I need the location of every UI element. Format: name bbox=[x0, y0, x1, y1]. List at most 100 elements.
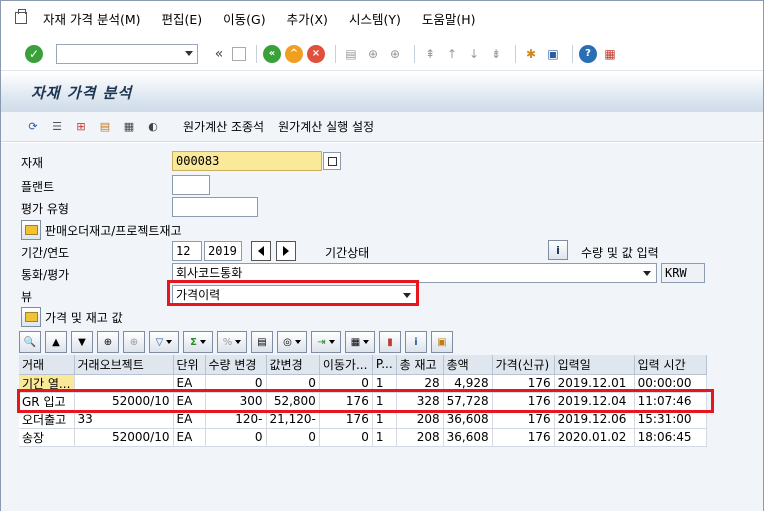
export-icon[interactable]: ⇥ bbox=[311, 331, 341, 353]
period-label: 기간/연도 bbox=[21, 246, 70, 260]
list-icon[interactable]: ☰ bbox=[49, 119, 65, 135]
table-cell[interactable]: EA bbox=[173, 428, 206, 447]
material-field[interactable]: 000083 bbox=[172, 151, 322, 171]
table-cell[interactable]: 0 bbox=[266, 428, 320, 447]
toolbar-divider bbox=[414, 44, 415, 63]
menu-edit[interactable]: 편집(E) bbox=[162, 9, 203, 28]
first-page-icon[interactable]: ⇞ bbox=[421, 45, 439, 63]
find-next-icon[interactable]: ⊕ bbox=[123, 331, 145, 353]
next-page-icon[interactable]: ↓ bbox=[465, 45, 483, 63]
system-menu-icon[interactable] bbox=[15, 9, 27, 24]
shortcut-icon[interactable]: ▣ bbox=[544, 45, 562, 63]
previous-period-button[interactable] bbox=[251, 241, 271, 261]
table-cell[interactable]: 18:06:45 bbox=[634, 428, 707, 447]
menu-material-price-analysis[interactable]: 자재 가격 분석(M) bbox=[43, 9, 141, 28]
column-header[interactable]: 입력 시간 bbox=[634, 355, 707, 375]
find-icon[interactable]: ⊕ bbox=[364, 45, 382, 63]
period-status-label: 기간상태 bbox=[325, 246, 370, 260]
year-field[interactable]: 2019 bbox=[204, 241, 242, 261]
details-icon[interactable]: 🔍 bbox=[19, 331, 41, 353]
column-header[interactable]: 값변경 bbox=[266, 355, 320, 375]
menu-help[interactable]: 도움말(H) bbox=[422, 9, 476, 28]
menu-extras[interactable]: 추가(X) bbox=[287, 9, 328, 28]
column-header[interactable]: 입력일 bbox=[554, 355, 635, 375]
new-session-icon[interactable]: ✱ bbox=[522, 45, 540, 63]
column-header[interactable]: 총액 bbox=[443, 355, 493, 375]
chevron-down-icon[interactable] bbox=[643, 271, 651, 276]
next-period-button[interactable] bbox=[276, 241, 296, 261]
filter-icon[interactable]: ▽ bbox=[149, 331, 179, 353]
period-field[interactable]: 12 bbox=[172, 241, 202, 261]
dropdown-arrow-icon bbox=[235, 340, 242, 344]
print-icon[interactable]: ▤ bbox=[251, 331, 273, 353]
display-icon[interactable]: ◐ bbox=[145, 119, 161, 135]
last-page-icon[interactable]: ⇟ bbox=[487, 45, 505, 63]
table-cell[interactable]: 0 bbox=[205, 428, 267, 447]
table-row[interactable]: 송장 52000/10 EA 0 0 0 1 208 36,608 176 20… bbox=[19, 428, 707, 447]
layout-icon[interactable]: ▦ bbox=[345, 331, 375, 353]
abc-analysis-icon[interactable]: ▣ bbox=[431, 331, 453, 353]
column-header[interactable]: 총 재고 bbox=[396, 355, 444, 375]
sum-icon[interactable]: Σ bbox=[183, 331, 213, 353]
enter-check-icon[interactable]: ✓ bbox=[25, 44, 43, 63]
find-next-icon[interactable]: ⊕ bbox=[386, 45, 404, 63]
sort-descending-icon[interactable]: ▼ bbox=[71, 331, 93, 353]
table-cell[interactable]: 176 bbox=[492, 428, 555, 447]
valuation-type-field[interactable] bbox=[172, 197, 258, 217]
column-header[interactable]: 거래 bbox=[19, 355, 75, 375]
info-icon[interactable]: i bbox=[405, 331, 427, 353]
info-icon[interactable]: i bbox=[548, 240, 568, 260]
table-icon[interactable]: ▦ bbox=[121, 119, 137, 135]
column-header[interactable]: P... bbox=[372, 355, 397, 375]
copy-icon[interactable] bbox=[323, 152, 341, 170]
menu-bar: 자재 가격 분석(M) 편집(E) 이동(G) 추가(X) 시스템(Y) 도움말… bbox=[1, 1, 763, 35]
chevron-down-icon[interactable] bbox=[185, 50, 193, 56]
plant-field[interactable] bbox=[172, 175, 210, 195]
refresh-icon[interactable]: ⟳ bbox=[25, 119, 41, 135]
exit-icon[interactable]: ^ bbox=[285, 44, 303, 63]
column-header[interactable]: 거래오브젝트 bbox=[74, 355, 174, 375]
chart-icon[interactable]: ▮ bbox=[379, 331, 401, 353]
previous-page-icon[interactable]: ↑ bbox=[443, 45, 461, 63]
column-header[interactable]: 가격(신규) bbox=[492, 355, 555, 375]
table-cell[interactable]: 0 bbox=[319, 428, 373, 447]
subtotal-icon[interactable]: % bbox=[217, 331, 247, 353]
layout-menu-icon[interactable]: ▦ bbox=[601, 45, 619, 63]
find-icon[interactable]: ⊕ bbox=[97, 331, 119, 353]
table-cell[interactable]: 송장 bbox=[19, 428, 75, 447]
view-label: 뷰 bbox=[21, 290, 33, 304]
hierarchy-icon[interactable]: ⊞ bbox=[73, 119, 89, 135]
back-icon[interactable]: « bbox=[263, 44, 281, 63]
material-label: 자재 bbox=[21, 156, 44, 170]
menu-goto[interactable]: 이동(G) bbox=[223, 9, 265, 28]
print-icon[interactable]: ▤ bbox=[342, 45, 360, 63]
table-cell[interactable]: 208 bbox=[396, 428, 444, 447]
column-header[interactable]: 수량 변경 bbox=[205, 355, 267, 375]
price-stock-values-label[interactable]: 가격 및 재고 값 bbox=[45, 309, 123, 326]
price-stock-values-folder-button[interactable] bbox=[21, 307, 41, 327]
table-cell[interactable]: 1 bbox=[372, 428, 397, 447]
toolbar-divider bbox=[335, 44, 336, 63]
views-icon[interactable]: ◎ bbox=[277, 331, 307, 353]
double-chevron-left-icon[interactable]: « bbox=[210, 45, 228, 63]
selection-form: 자재 000083 플랜트 평가 유형 판매오더재고/프로젝트재고 기간/연도 … bbox=[1, 143, 763, 511]
costing-cockpit-button[interactable]: 원가계산 조종석 bbox=[183, 118, 264, 135]
material-icon[interactable]: ▤ bbox=[97, 119, 113, 135]
table-cell[interactable]: 36,608 bbox=[443, 428, 493, 447]
save-icon[interactable] bbox=[232, 46, 246, 61]
copy-icon-shape bbox=[327, 156, 337, 166]
plant-label: 플랜트 bbox=[21, 180, 55, 194]
cancel-icon[interactable]: × bbox=[307, 44, 325, 63]
command-field[interactable] bbox=[56, 43, 198, 64]
table-cell[interactable]: 2020.01.02 bbox=[554, 428, 635, 447]
table-cell[interactable]: 52000/10 bbox=[74, 428, 174, 447]
column-header[interactable]: 단위 bbox=[173, 355, 206, 375]
costing-run-settings-button[interactable]: 원가계산 실행 설정 bbox=[278, 118, 374, 135]
column-header[interactable]: 이동가... bbox=[319, 355, 373, 375]
sales-order-stock-folder-button[interactable] bbox=[21, 220, 41, 240]
folder-icon bbox=[24, 312, 38, 322]
sort-ascending-icon[interactable]: ▲ bbox=[45, 331, 67, 353]
menu-system[interactable]: 시스템(Y) bbox=[349, 9, 401, 28]
help-icon[interactable]: ? bbox=[579, 44, 597, 63]
sales-order-stock-label[interactable]: 판매오더재고/프로젝트재고 bbox=[45, 222, 182, 239]
